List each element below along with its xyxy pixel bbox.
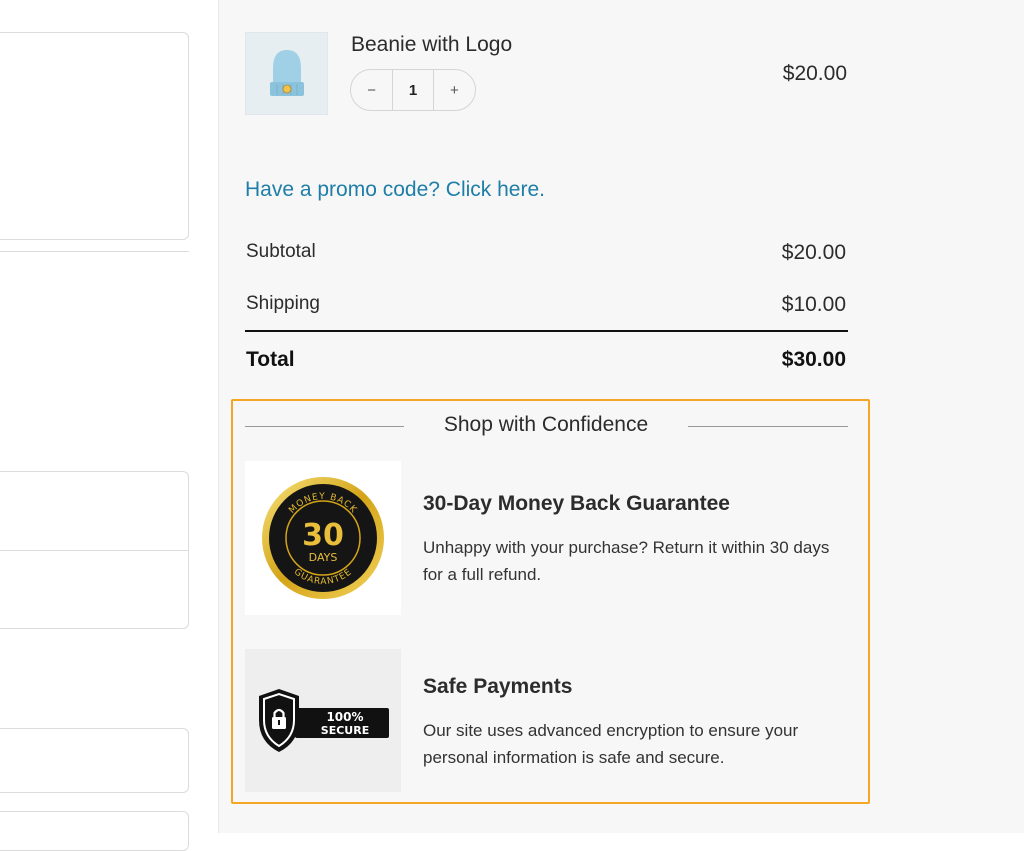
product-thumbnail (245, 32, 328, 115)
heading-rule-left (245, 426, 404, 427)
quantity-value[interactable]: 1 (392, 70, 434, 110)
badge-unit: DAYS (309, 551, 338, 564)
form-field[interactable] (0, 811, 189, 851)
feature-text-guarantee: Unhappy with your purchase? Return it wi… (423, 538, 830, 584)
money-back-badge: MONEY BACK GUARANTEE 30 DAYS (245, 461, 401, 615)
form-field[interactable] (0, 728, 189, 793)
badge-number: 30 (302, 518, 344, 553)
form-field[interactable] (0, 32, 189, 240)
secure-badge-line2: SECURE (321, 724, 369, 737)
money-back-badge-icon: MONEY BACK GUARANTEE 30 DAYS (262, 477, 384, 599)
divider (0, 550, 188, 551)
subtotal-label: Subtotal (246, 241, 316, 262)
heading-rule-right (688, 426, 848, 427)
feature-title-safe-payments: Safe Payments (423, 675, 573, 698)
confidence-heading: Shop with Confidence (443, 413, 649, 436)
feature-text-safe-payments: Our site uses advanced encryption to ens… (423, 721, 799, 767)
total-label: Total (246, 348, 295, 371)
promo-code-link[interactable]: Have a promo code? Click here. (245, 178, 545, 202)
secure-badge-line1: 100% (326, 710, 363, 724)
total-value: $30.00 (781, 348, 846, 371)
total-divider (245, 330, 848, 332)
form-field-group[interactable] (0, 471, 189, 629)
quantity-stepper[interactable]: − 1 + (350, 69, 476, 111)
increment-button[interactable]: + (434, 82, 475, 99)
divider (0, 251, 189, 252)
checkout-form-column (0, 0, 218, 851)
feature-title-guarantee: 30-Day Money Back Guarantee (423, 492, 730, 515)
secure-shield-icon: 100% SECURE (259, 688, 389, 752)
secure-badge: 100% SECURE (245, 649, 401, 792)
subtotal-value: $20.00 (781, 241, 846, 264)
product-name[interactable]: Beanie with Logo (351, 33, 512, 57)
shipping-value: $10.00 (781, 293, 846, 316)
decrement-button[interactable]: − (351, 82, 392, 99)
product-price: $20.00 (782, 62, 847, 85)
beanie-icon (269, 49, 304, 96)
total-row: Total $30.00 (246, 348, 846, 372)
subtotal-row: Subtotal $20.00 (246, 241, 846, 265)
shipping-row: Shipping $10.00 (246, 293, 846, 317)
shipping-label: Shipping (246, 293, 320, 314)
